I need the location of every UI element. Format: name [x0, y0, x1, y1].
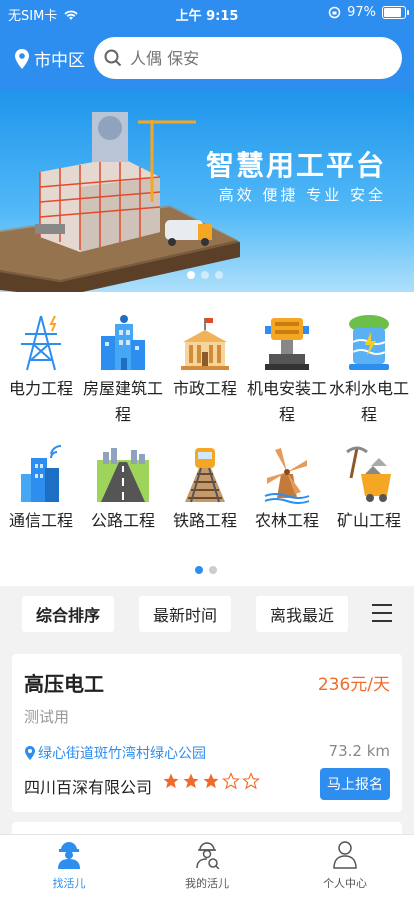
bottom-tab-bar: 找活儿 我的活儿 个人中心 — [0, 834, 414, 897]
banner-dot-1[interactable] — [187, 271, 195, 279]
category-label: 市政工程 — [172, 379, 237, 398]
job-description: 测试用 — [24, 708, 70, 726]
machinery-icon — [265, 318, 309, 370]
rating-stars — [162, 772, 260, 790]
category-water[interactable]: 水利水电工程 — [328, 312, 410, 428]
category-power[interactable]: 电力工程 — [0, 312, 82, 402]
job-company: 四川百深有限公司 — [24, 778, 153, 797]
job-address[interactable]: 绿心街道斑竹湾村绿心公园 — [24, 743, 206, 763]
power-tower-icon — [21, 315, 61, 371]
category-label: 铁路工程 — [172, 511, 237, 530]
sort-nearest[interactable]: 离我最近 — [256, 596, 348, 632]
category-label: 水利水电工程 — [328, 379, 409, 424]
water-power-icon — [349, 315, 389, 370]
category-dot-1[interactable] — [195, 566, 203, 574]
apply-button[interactable]: 马上报名 — [320, 768, 390, 800]
search-input[interactable] — [128, 47, 382, 69]
tab-label: 个人中心 — [323, 877, 367, 890]
category-electromechanical[interactable]: 机电安装工程 — [246, 312, 328, 428]
category-mining[interactable]: 矿山工程 — [328, 444, 410, 534]
category-label: 机电安装工程 — [246, 379, 327, 424]
mining-cart-icon — [346, 446, 391, 502]
category-label: 房屋建筑工程 — [82, 379, 163, 424]
category-agriforestry[interactable]: 农林工程 — [246, 444, 328, 534]
tab-find-work[interactable]: 找活儿 — [0, 839, 138, 891]
sort-bar: 综合排序 最新时间 离我最近 — [0, 588, 414, 640]
worker-icon — [58, 842, 80, 869]
battery-fill — [384, 8, 402, 17]
orientation-lock-icon — [328, 6, 341, 19]
search-icon — [104, 49, 122, 67]
status-bar: 无SIM卡 上午 9:15 97% — [0, 0, 414, 28]
battery-icon — [382, 6, 409, 19]
banner-dot-3[interactable] — [215, 271, 223, 279]
category-label: 公路工程 — [90, 511, 155, 530]
location-pin-icon — [15, 48, 29, 69]
promo-banner[interactable]: 智慧用工平台 高效 便捷 专业 安全 — [0, 92, 414, 292]
highway-icon — [97, 448, 149, 502]
job-price: 236元/天 — [317, 675, 390, 695]
sort-comprehensive[interactable]: 综合排序 — [22, 596, 114, 632]
banner-dot-2[interactable] — [201, 271, 209, 279]
star-filled-icon — [163, 773, 179, 789]
banner-subtitle: 高效 便捷 专业 安全 — [218, 186, 386, 204]
government-hall-icon — [181, 318, 229, 370]
category-railway[interactable]: 铁路工程 — [164, 444, 246, 534]
battery-percent: 97% — [347, 5, 376, 20]
category-label: 电力工程 — [8, 379, 73, 398]
header-bar: 市中区 — [0, 28, 414, 92]
banner-title: 智慧用工平台 — [205, 149, 386, 182]
category-pagination — [195, 566, 217, 574]
railway-icon — [185, 448, 225, 503]
job-address-text: 绿心街道斑竹湾村绿心公园 — [38, 746, 206, 762]
tab-label: 我的活儿 — [185, 877, 229, 890]
category-grid: 电力工程 房屋建筑工程 市政工程 机电安装工程 水利水电工程 通信工程 公路工程… — [0, 292, 414, 586]
star-empty-icon — [242, 772, 260, 790]
sort-newest[interactable]: 最新时间 — [139, 596, 231, 632]
star-filled-icon — [203, 773, 219, 789]
category-highway[interactable]: 公路工程 — [82, 444, 164, 534]
category-municipal[interactable]: 市政工程 — [164, 312, 246, 402]
category-building[interactable]: 房屋建筑工程 — [82, 312, 164, 428]
location-pin-icon — [25, 746, 35, 760]
filter-menu-icon[interactable] — [372, 604, 392, 628]
tab-label: 找活儿 — [52, 877, 86, 890]
job-card[interactable]: 高压电工 236元/天 测试用 绿心街道斑竹湾村绿心公园 73.2 km 四川百… — [12, 654, 402, 812]
category-telecom[interactable]: 通信工程 — [0, 444, 82, 534]
tab-profile[interactable]: 个人中心 — [276, 839, 414, 891]
category-dot-2[interactable] — [209, 566, 217, 574]
job-distance: 73.2 km — [328, 742, 390, 760]
windmill-icon — [264, 448, 310, 504]
category-label: 农林工程 — [254, 511, 319, 530]
status-right: 97% — [328, 5, 409, 20]
star-empty-icon — [222, 772, 240, 790]
location-selector[interactable]: 市中区 — [14, 46, 85, 71]
building-icon — [101, 315, 145, 370]
tab-my-jobs[interactable]: 我的活儿 — [138, 839, 276, 891]
banner-pagination — [187, 271, 223, 279]
category-label: 矿山工程 — [336, 511, 401, 530]
location-label: 市中区 — [34, 51, 85, 71]
signal-tower-icon — [21, 444, 62, 502]
search-box[interactable] — [94, 37, 402, 79]
category-label: 通信工程 — [8, 511, 73, 530]
job-title: 高压电工 — [24, 672, 104, 696]
my-jobs-icon — [196, 842, 220, 870]
star-filled-icon — [183, 773, 199, 789]
user-icon — [333, 841, 357, 869]
